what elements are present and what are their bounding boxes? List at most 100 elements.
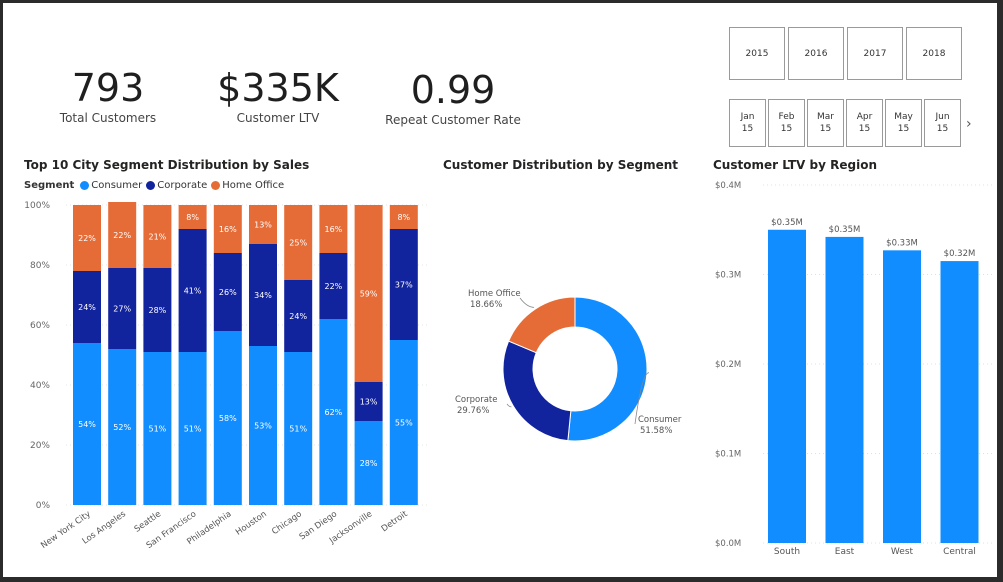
kpi-repeat-rate: 0.99 Repeat Customer Rate	[383, 69, 523, 127]
y-tick-label: 100%	[24, 201, 50, 211]
year-tile-2015[interactable]: 2015	[729, 27, 785, 80]
month-tile-feb[interactable]: Feb 15	[768, 99, 805, 147]
month-tile-mar[interactable]: Mar 15	[807, 99, 844, 147]
y-tick-label: 40%	[30, 381, 50, 391]
data-label: 55%	[395, 419, 413, 428]
data-label: 37%	[395, 281, 413, 290]
x-tick-label: Central	[943, 547, 976, 557]
data-label: 13%	[254, 221, 272, 230]
x-tick-label: Houston	[234, 509, 269, 537]
month-tile-jun[interactable]: Jun 15	[924, 99, 961, 147]
city-chart-legend: Segment Consumer Corporate Home Office	[24, 180, 286, 191]
ltv-bar	[883, 250, 921, 543]
y-tick-label: 0%	[36, 501, 51, 511]
month-label: Jun	[935, 112, 950, 122]
month-year-label: 15	[780, 124, 793, 134]
legend-dot-consumer	[80, 181, 90, 190]
data-label: 8%	[397, 213, 410, 222]
slice-value-label: 18.66%	[470, 300, 502, 310]
legend-home-office[interactable]: Home Office	[222, 180, 284, 191]
data-label: 53%	[254, 422, 272, 431]
slice-name-label: Home Office	[468, 289, 521, 299]
ltv-bar	[825, 236, 864, 543]
kpi-value: 793	[71, 66, 145, 110]
year-tile-2017[interactable]: 2017	[847, 27, 903, 80]
data-label: $0.35M	[829, 225, 861, 235]
data-label: 59%	[360, 290, 378, 299]
kpi-customer-ltv: $335K Customer LTV	[208, 67, 348, 125]
year-label: 2018	[922, 48, 946, 59]
slice-value-label: 29.76%	[457, 406, 489, 416]
kpi-value: 0.99	[410, 68, 496, 112]
year-tile-2018[interactable]: 2018	[906, 27, 962, 80]
slice-name-label: Consumer	[638, 415, 682, 425]
year-label: 2017	[863, 48, 887, 59]
data-label: 25%	[289, 239, 307, 248]
month-tile-jan[interactable]: Jan 15	[729, 99, 766, 147]
data-label: 24%	[78, 303, 96, 312]
leader-line	[519, 297, 535, 308]
data-label: 34%	[254, 291, 272, 300]
kpi-label: Repeat Customer Rate	[385, 113, 521, 127]
donut-slice	[507, 296, 576, 354]
data-label: 28%	[149, 306, 167, 315]
y-tick-label: $0.1M	[715, 450, 741, 460]
data-label: 24%	[289, 312, 307, 321]
city-chart-title: Top 10 City Segment Distribution by Sale…	[24, 158, 310, 172]
legend-title: Segment	[24, 180, 75, 191]
month-year-label: 15	[819, 124, 832, 134]
year-tile-2016[interactable]: 2016	[788, 27, 844, 80]
data-label: $0.35M	[771, 218, 803, 228]
month-tile-apr[interactable]: Apr 15	[846, 99, 883, 147]
month-label: Mar	[817, 112, 834, 122]
data-label: $0.32M	[944, 249, 976, 259]
legend-consumer[interactable]: Consumer	[91, 180, 142, 191]
data-label: 26%	[219, 288, 237, 297]
data-label: 51%	[289, 425, 307, 434]
y-tick-label: 80%	[30, 261, 50, 271]
segment-donut-chart: Consumer51.58% Corporate29.76% Home Office…	[455, 289, 682, 442]
legend-corporate[interactable]: Corporate	[157, 180, 207, 191]
data-label: 16%	[325, 225, 343, 234]
x-tick-label: East	[835, 547, 855, 557]
city-segment-chart: 0%20%40%60%80%100%54%24%22%New York City…	[24, 201, 428, 551]
leader-line	[506, 403, 512, 408]
slice-name-label: Corporate	[455, 395, 498, 405]
data-label: 22%	[325, 282, 343, 291]
month-year-label: 15	[897, 124, 910, 134]
y-tick-label: $0.3M	[715, 271, 741, 281]
data-label: 51%	[149, 425, 167, 434]
kpi-value: $335K	[217, 66, 339, 110]
month-label: Feb	[778, 112, 795, 122]
year-label: 2015	[745, 48, 769, 59]
ltv-region-chart: $0.0M $0.1M $0.2M $0.3M $0.4M $0.35M South $0.3…	[715, 181, 993, 557]
data-label: 8%	[186, 213, 199, 222]
data-label: 52%	[113, 423, 131, 432]
month-year-label: 15	[741, 124, 754, 134]
data-label: 27%	[113, 305, 131, 314]
y-tick-label: $0.0M	[715, 539, 741, 549]
legend-dot-corporate	[146, 181, 156, 190]
y-tick-label: 20%	[30, 441, 50, 451]
month-tile-may[interactable]: May 15	[885, 99, 922, 147]
x-tick-label: West	[891, 547, 914, 557]
chevron-right-icon[interactable]: ›	[966, 116, 972, 132]
x-tick-label: Detroit	[380, 509, 410, 534]
ltv-bar	[940, 261, 979, 543]
data-label: 41%	[184, 287, 202, 296]
month-year-label: 15	[936, 124, 949, 134]
y-tick-label: 60%	[30, 321, 50, 331]
y-tick-label: $0.4M	[715, 181, 741, 191]
month-year-label: 15	[858, 124, 871, 134]
month-label: Apr	[856, 112, 873, 122]
data-label: 21%	[149, 233, 167, 242]
data-label: 13%	[360, 398, 378, 407]
segment-chart-title: Customer Distribution by Segment	[443, 158, 679, 172]
report-canvas: 793 Total Customers $335K Customer LTV 0…	[3, 3, 997, 577]
data-label: 22%	[113, 231, 131, 240]
y-tick-label: $0.2M	[715, 360, 741, 370]
donut-slice	[567, 296, 648, 442]
ltv-bar	[768, 229, 806, 543]
kpi-label: Customer LTV	[236, 111, 320, 125]
data-label: $0.33M	[886, 238, 918, 248]
